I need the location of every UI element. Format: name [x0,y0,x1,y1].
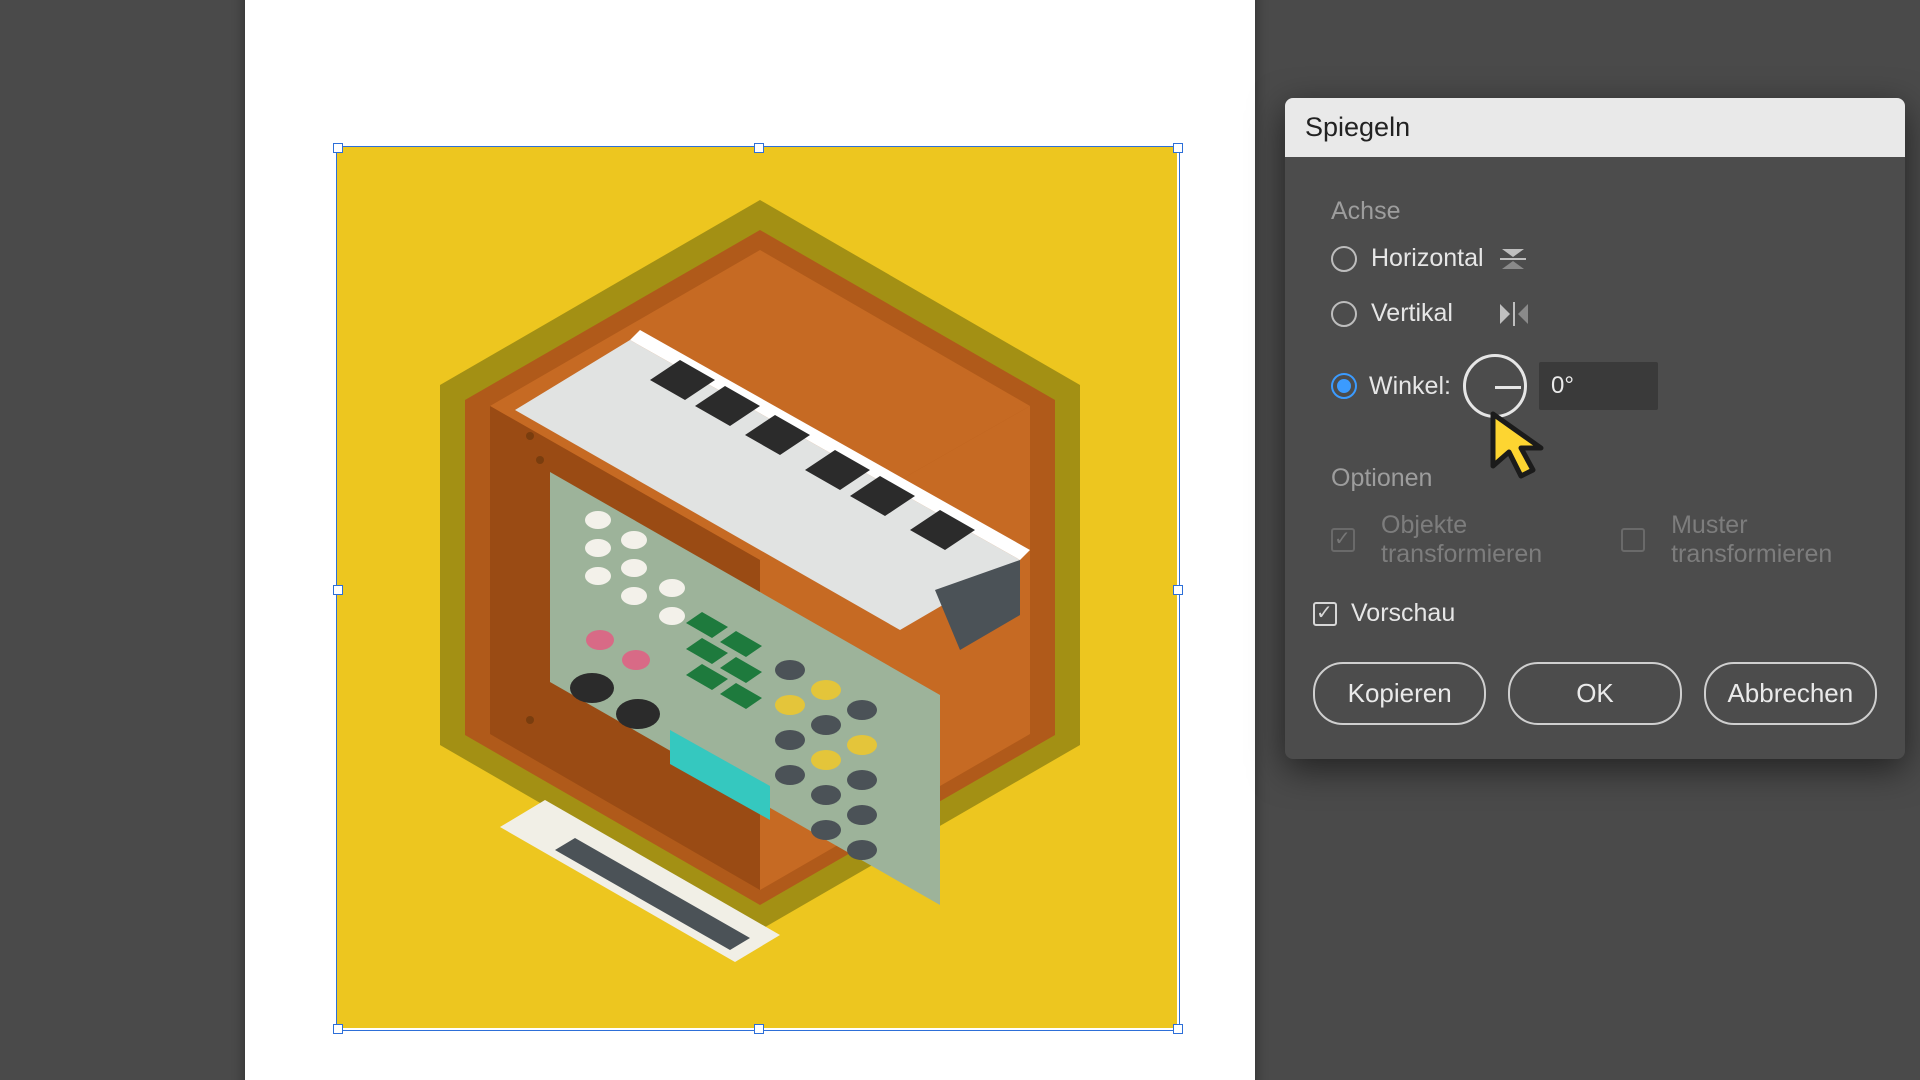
vertical-reflect-icon [1497,301,1531,327]
angle-input[interactable] [1539,362,1658,410]
transform-patterns-checkbox [1621,528,1645,552]
axis-angle-option[interactable]: Winkel: [1331,354,1877,418]
ok-button[interactable]: OK [1508,662,1681,725]
preview-label: Vorschau [1351,599,1455,628]
copy-button[interactable]: Kopieren [1313,662,1486,725]
horizontal-reflect-icon [1498,245,1528,273]
artwork-synth[interactable] [380,160,1140,1020]
axis-horizontal-option[interactable]: Horizontal [1331,244,1877,273]
axis-vertical-label: Vertikal [1371,299,1453,328]
axis-horizontal-label: Horizontal [1371,244,1484,273]
axis-vertical-option[interactable]: Vertikal [1331,299,1877,328]
cancel-button[interactable]: Abbrechen [1704,662,1877,725]
transform-objects-checkbox [1331,528,1355,552]
transform-patterns-label: Muster transformieren [1671,511,1877,569]
radio-icon [1331,373,1357,399]
axis-angle-label: Winkel: [1369,372,1451,401]
preview-option[interactable]: Vorschau [1313,599,1877,628]
axis-section-label: Achse [1331,197,1877,226]
options-section-label: Optionen [1331,464,1877,493]
radio-icon [1331,246,1357,272]
dialog-title: Spiegeln [1285,98,1905,157]
angle-dial[interactable] [1463,354,1527,418]
radio-icon [1331,301,1357,327]
reflect-dialog: Spiegeln Achse Horizontal Vertikal [1285,98,1905,759]
transform-objects-label: Objekte transformieren [1381,511,1595,569]
preview-checkbox[interactable] [1313,602,1337,626]
